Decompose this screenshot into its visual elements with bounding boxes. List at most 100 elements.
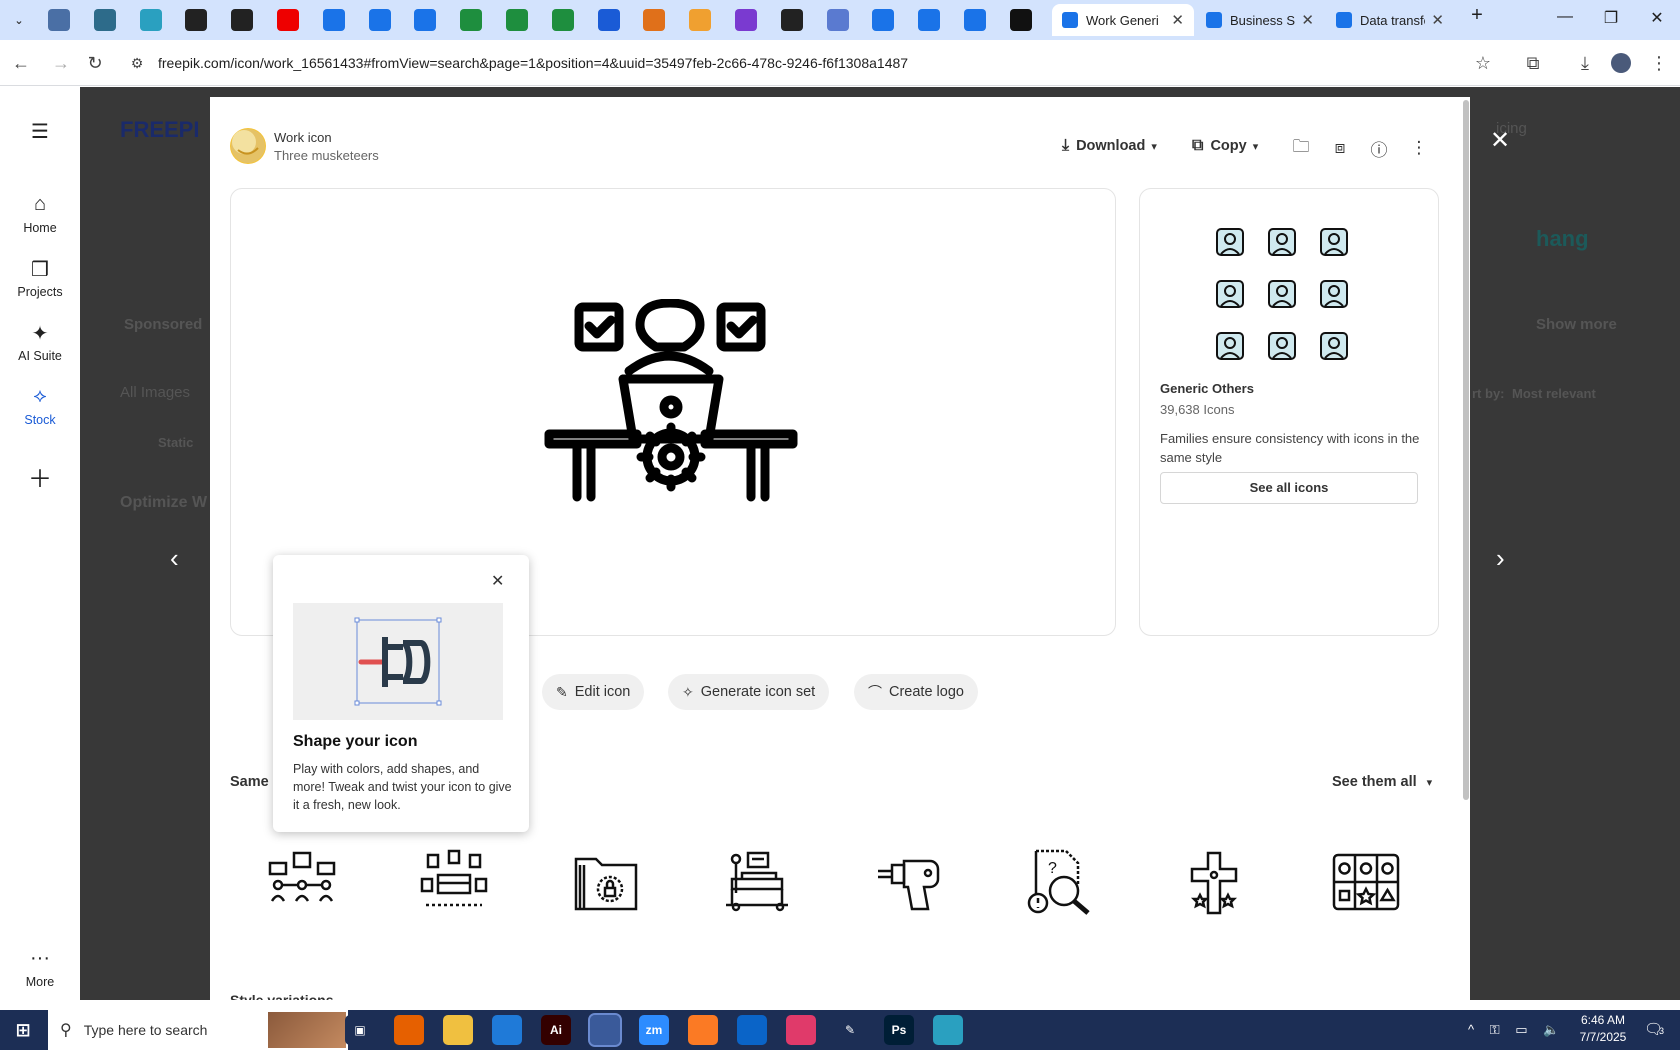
system-tray-icons[interactable]: ^ ⚿ ▭ 🔈 xyxy=(1468,1022,1565,1038)
bookmark-star-icon[interactable]: ☆ xyxy=(1472,52,1494,74)
youtube-icon[interactable] xyxy=(277,9,299,31)
tab-work-generic[interactable]: Work Generi ✕ xyxy=(1052,4,1194,36)
zoom-icon[interactable]: zm xyxy=(639,1015,669,1045)
create-logo-button[interactable]: ⌒ Create logo xyxy=(854,674,978,710)
taskbar-search[interactable]: ⚲ Type here to search xyxy=(48,1010,348,1050)
tab-data-transfer[interactable]: Data transfe ✕ xyxy=(1326,4,1454,36)
download-button[interactable]: ⤓ Download ▾ xyxy=(1062,137,1157,155)
shapes-grid-icon[interactable] xyxy=(1330,849,1402,915)
close-icon[interactable]: ✕ xyxy=(1171,11,1184,29)
hotel-icon[interactable] xyxy=(1211,276,1249,312)
presentation-icon[interactable] xyxy=(1315,328,1353,364)
teacher-icon[interactable] xyxy=(1315,224,1353,260)
task-view-icon[interactable]: ▣ xyxy=(345,1015,375,1045)
code-icon[interactable] xyxy=(735,9,757,31)
docs-icon[interactable] xyxy=(414,9,437,31)
menu-kebab-icon[interactable]: ⋮ xyxy=(1648,52,1670,74)
forms-icon[interactable] xyxy=(918,9,941,31)
clock[interactable]: 6:46 AM 7/7/2025 xyxy=(1568,1013,1638,1044)
group-icon[interactable] xyxy=(1211,224,1249,260)
document-search-icon[interactable]: ? xyxy=(1026,849,1098,915)
bolt-icon[interactable] xyxy=(231,9,254,31)
notifications-icon[interactable]: 🗨3 xyxy=(1644,1020,1664,1038)
avatar[interactable] xyxy=(1610,52,1632,74)
restore-icon[interactable]: ❐ xyxy=(1588,8,1634,28)
minimize-icon[interactable]: — xyxy=(1542,8,1588,26)
windows-start-icon[interactable]: ⊞ xyxy=(8,1015,38,1045)
cross-icon[interactable] xyxy=(1178,849,1250,915)
see-them-all-button[interactable]: See them all ▾ xyxy=(1332,774,1432,790)
sidebar-item-ai-suite[interactable]: ✦ AI Suite xyxy=(0,321,80,363)
next-arrow-icon[interactable]: › xyxy=(1496,543,1505,574)
creative-cloud-icon[interactable] xyxy=(786,1015,816,1045)
extensions-icon[interactable]: ⧉ xyxy=(1522,52,1544,74)
vscode-icon[interactable] xyxy=(492,1015,522,1045)
medium-icon[interactable] xyxy=(1009,9,1032,31)
firefox-icon[interactable] xyxy=(394,1015,424,1045)
forms-icon[interactable] xyxy=(872,9,895,31)
docs-icon[interactable] xyxy=(368,9,391,31)
caterpillar-icon[interactable] xyxy=(1211,328,1249,364)
image-search-icon[interactable]: ⧈ xyxy=(1329,137,1351,159)
sidebar-item-more[interactable]: ··· More xyxy=(0,947,80,989)
illustrator-icon[interactable]: Ai xyxy=(541,1015,571,1045)
forms-icon[interactable] xyxy=(964,9,986,31)
globe-icon[interactable] xyxy=(48,9,70,31)
close-tooltip-icon[interactable]: ✕ xyxy=(491,571,504,591)
back-icon[interactable]: ← xyxy=(10,52,32,74)
forward-icon[interactable]: → xyxy=(50,52,72,74)
hamburger-menu-icon[interactable]: ☰ xyxy=(0,119,80,144)
previous-arrow-icon[interactable]: ‹ xyxy=(170,543,179,574)
new-tab-button[interactable]: + xyxy=(1454,4,1500,27)
add-to-folder-icon[interactable]: 🗀 xyxy=(1290,137,1312,159)
lightbulb-icon[interactable] xyxy=(1263,276,1301,312)
see-all-icons-button[interactable]: See all icons xyxy=(1160,472,1418,504)
xampp-icon[interactable] xyxy=(643,9,666,31)
app-icon[interactable] xyxy=(933,1015,963,1045)
ai-code-icon[interactable] xyxy=(780,9,803,31)
modal-scrollbar[interactable] xyxy=(1463,100,1469,800)
edit-icon-button[interactable]: ✎ Edit icon xyxy=(542,674,645,710)
outlook-icon[interactable] xyxy=(737,1015,767,1045)
fox-icon[interactable] xyxy=(689,9,712,31)
office-icon[interactable] xyxy=(1315,276,1353,312)
sidebar-item-home[interactable]: ⌂ Home xyxy=(0,193,80,235)
sheets-icon[interactable] xyxy=(460,9,483,31)
file-explorer-icon[interactable] xyxy=(443,1015,473,1045)
map-icon[interactable] xyxy=(1263,328,1301,364)
generate-icon-set-button[interactable]: ✧ Generate icon set xyxy=(668,674,830,710)
chrome-icon[interactable] xyxy=(588,1013,622,1047)
tab-business[interactable]: Business Su ✕ xyxy=(1196,4,1324,36)
mailchimp-icon[interactable] xyxy=(597,9,620,31)
download-icon[interactable]: ⤓ xyxy=(1574,52,1596,74)
photoshop-icon[interactable]: Ps xyxy=(884,1015,914,1045)
url-field[interactable]: freepik.com/icon/work_16561433#fromView=… xyxy=(118,46,1518,80)
author-avatar[interactable] xyxy=(230,128,266,164)
close-icon[interactable]: ✕ xyxy=(1301,11,1314,29)
reload-icon[interactable]: ↻ xyxy=(84,52,106,74)
ai-icon[interactable] xyxy=(139,9,162,31)
sidebar-item-projects[interactable]: ❒ Projects xyxy=(0,257,80,299)
family-name[interactable]: Generic Others xyxy=(1160,381,1254,396)
sheets-icon[interactable] xyxy=(506,9,528,31)
hospital-bed-icon[interactable] xyxy=(722,849,794,915)
openai-icon[interactable] xyxy=(185,9,208,31)
team-network-icon[interactable] xyxy=(266,849,338,915)
close-icon[interactable]: ✕ xyxy=(1431,11,1444,29)
pen-tool-icon[interactable]: ✎ xyxy=(835,1015,865,1045)
xampp-icon[interactable] xyxy=(688,1015,718,1045)
tab-search-icon[interactable]: ⌄ xyxy=(8,9,30,31)
author-name[interactable]: Three musketeers xyxy=(274,148,379,163)
organization-box-icon[interactable] xyxy=(418,849,490,915)
more-options-icon[interactable]: ⋮ xyxy=(1408,137,1430,159)
document-icon[interactable] xyxy=(1263,224,1301,260)
copy-button[interactable]: ⧉ Copy ▾ xyxy=(1192,137,1258,155)
vpn-icon[interactable] xyxy=(93,9,116,31)
add-icon[interactable]: ＋ xyxy=(0,459,80,494)
docs-icon[interactable] xyxy=(322,9,345,31)
grid-icon[interactable] xyxy=(826,9,849,31)
close-window-icon[interactable]: ✕ xyxy=(1634,8,1680,28)
close-modal-icon[interactable]: ✕ xyxy=(1490,126,1510,155)
folder-lock-icon[interactable] xyxy=(570,849,642,915)
info-icon[interactable]: ⓘ xyxy=(1368,137,1390,160)
